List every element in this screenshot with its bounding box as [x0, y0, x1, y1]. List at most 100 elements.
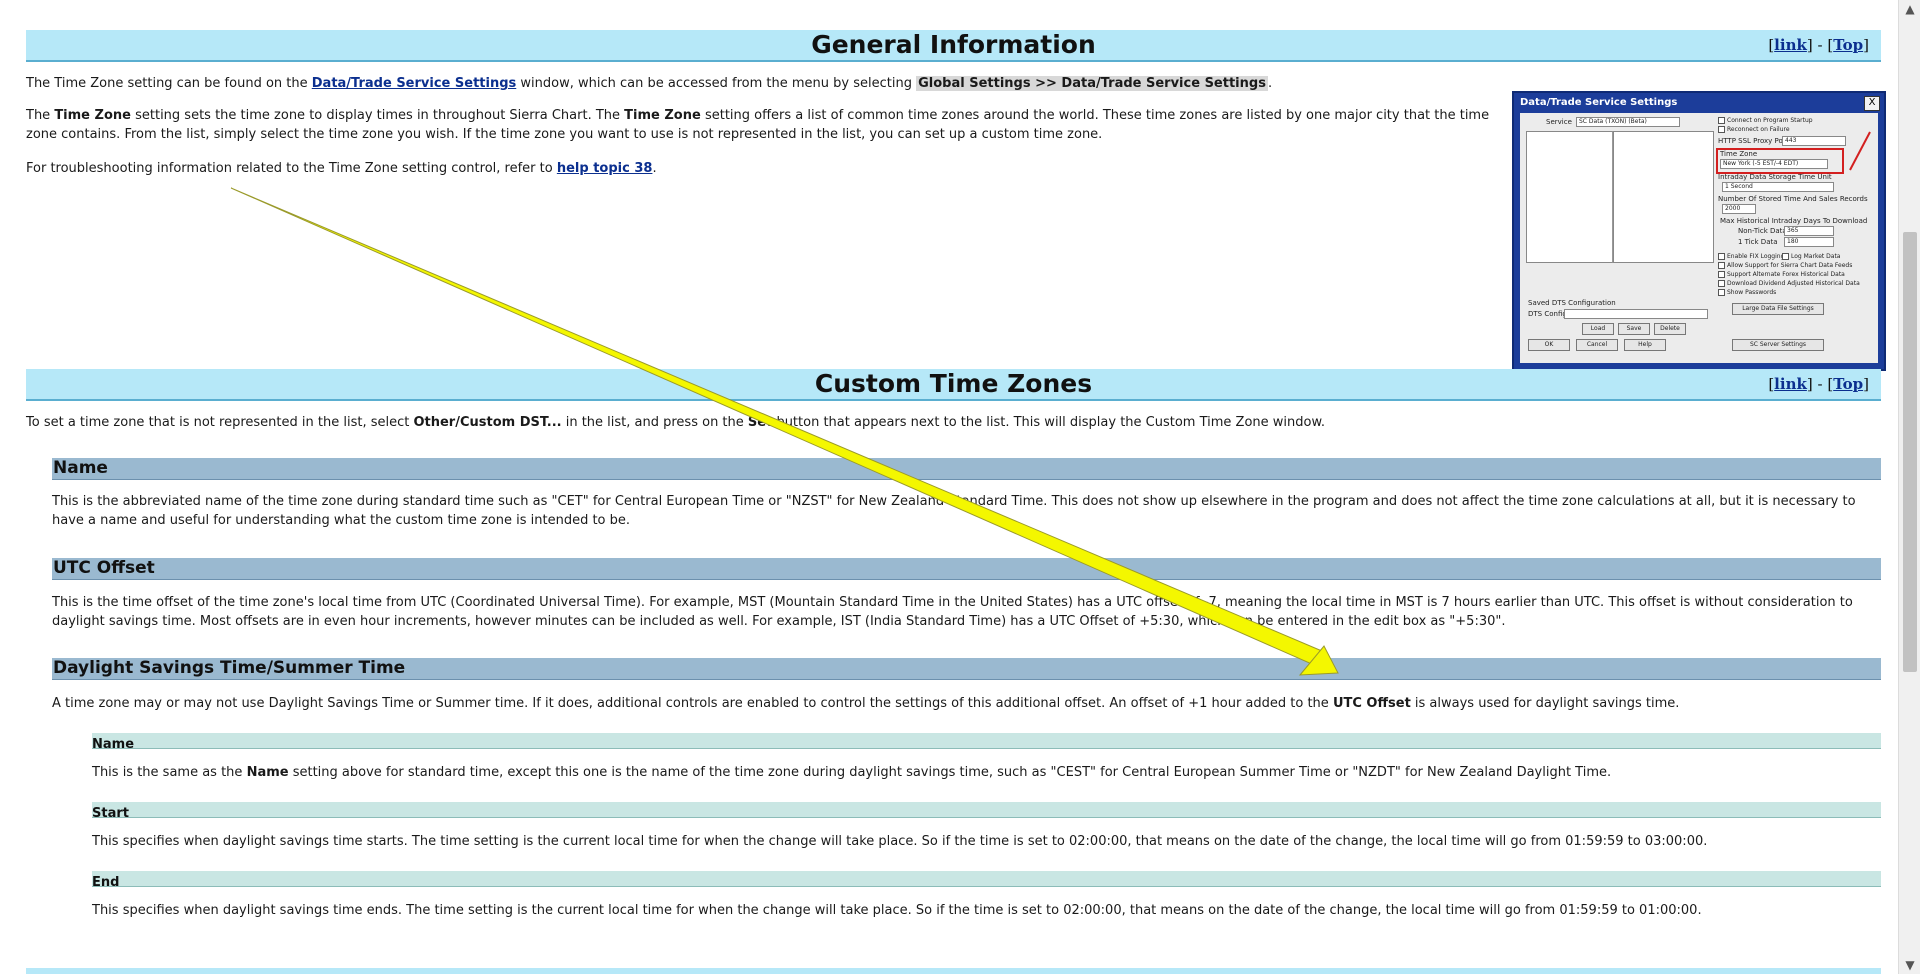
text: is always used for daylight savings time…	[1410, 696, 1680, 711]
section-title: Custom Time Zones	[814, 369, 1093, 398]
subsubsection-title: Start	[92, 806, 129, 821]
text: For troubleshooting information related …	[26, 161, 557, 176]
text: window, which can be accessed from the m…	[516, 76, 917, 91]
dialog-body: Service SC Data (TXON) (Beta) Connect on…	[1520, 113, 1878, 363]
checkbox-label: Allow Support for Sierra Chart Data Feed…	[1727, 262, 1853, 269]
checkbox-label: Enable FIX Logging	[1727, 253, 1785, 260]
text: .	[652, 161, 657, 176]
paragraph-dst-end: This specifies when daylight savings tim…	[92, 903, 1702, 918]
subsubsection-header-dst-start: Start	[92, 802, 1881, 821]
bold-term: Set	[747, 415, 773, 430]
text: The Time Zone setting can be found on th…	[26, 76, 312, 91]
dialog-checkbox: Download Dividend Adjusted Historical Da…	[1718, 280, 1860, 287]
dialog-label: DTS Config	[1528, 310, 1567, 318]
section-header-custom: Custom Time Zones [link] - [Top]	[26, 369, 1881, 401]
service-list	[1526, 131, 1714, 263]
link-anchor[interactable]: link	[1774, 375, 1807, 393]
text: The	[26, 108, 55, 123]
paragraph-troubleshooting: For troubleshooting information related …	[26, 159, 1466, 178]
load-button: Load	[1582, 323, 1614, 335]
ok-button: OK	[1528, 339, 1570, 351]
dialog-checkbox: Show Passwords	[1718, 289, 1776, 296]
data-trade-settings-link[interactable]: Data/Trade Service Settings	[312, 76, 517, 91]
dialog-checkbox: Reconnect on Failure	[1718, 126, 1790, 133]
server-settings-button: SC Server Settings	[1732, 339, 1824, 351]
stored-input: 2000	[1722, 204, 1756, 214]
subsubsection-header-dst-end: End	[92, 871, 1881, 890]
tick-input: 180	[1784, 237, 1834, 247]
dialog-screenshot: Data/Trade Service Settings X Service SC…	[1512, 91, 1886, 371]
help-topic-link[interactable]: help topic 38	[557, 161, 653, 176]
subsubsection-header-dst-name: Name	[92, 733, 1881, 752]
separator: -	[1817, 36, 1823, 54]
bold-term: Time Zone	[624, 108, 701, 123]
subsubsection-title: Name	[92, 737, 135, 752]
save-button: Save	[1618, 323, 1650, 335]
dialog-title: Data/Trade Service Settings	[1520, 97, 1678, 108]
dialog-label: Time Zone	[1720, 150, 1758, 158]
section-header-general: General Information [link] - [Top]	[26, 30, 1881, 62]
dialog-label: Saved DTS Configuration	[1528, 299, 1616, 307]
help-page: General Information [link] - [Top] The T…	[0, 0, 1898, 974]
time-zone-select: New York (-5 EST/-4 EDT)	[1720, 159, 1828, 169]
section-title: General Information	[811, 30, 1096, 59]
dialog-checkbox: Log Market Data	[1782, 253, 1840, 260]
dialog-label: Non-Tick Data	[1738, 227, 1787, 235]
section-links: [link] - [Top]	[1768, 375, 1869, 393]
bold-term: Name	[246, 765, 289, 780]
dialog-checkbox: Connect on Program Startup	[1718, 117, 1813, 124]
menu-path-highlight: Global Settings >> Data/Trade Service Se…	[916, 76, 1268, 91]
checkbox-label: Show Passwords	[1727, 289, 1777, 296]
text: button that appears next to the list. Th…	[772, 415, 1326, 430]
subsection-title: Daylight Savings Time/Summer Time	[53, 658, 406, 678]
subsection-header-dst: Daylight Savings Time/Summer Time	[52, 658, 1881, 680]
dialog-label: Intraday Data Storage Time Unit	[1718, 173, 1832, 181]
section-links: [link] - [Top]	[1768, 36, 1869, 54]
vertical-scrollbar[interactable]: ▲ ▼	[1898, 0, 1920, 974]
subsection-header-utc-offset: UTC Offset	[52, 558, 1881, 580]
dialog-checkbox: Allow Support for Sierra Chart Data Feed…	[1718, 262, 1852, 269]
dialog-label: Service	[1546, 118, 1572, 126]
paragraph-location: The Time Zone setting can be found on th…	[26, 74, 1466, 93]
help-button: Help	[1624, 339, 1666, 351]
text: in the list, and press on the	[561, 415, 748, 430]
dialog-checkbox: Enable FIX Logging	[1718, 253, 1784, 260]
section-header-next	[26, 968, 1881, 974]
text: This is the same as the	[92, 765, 247, 780]
text: setting sets the time zone to display ti…	[130, 108, 625, 123]
large-data-button: Large Data File Settings	[1732, 303, 1824, 315]
paragraph-custom-intro: To set a time zone that is not represent…	[26, 413, 1866, 432]
text: .	[1267, 76, 1273, 91]
dialog-checkbox: Support Alternate Forex Historical Data	[1718, 271, 1845, 278]
delete-button: Delete	[1654, 323, 1686, 335]
subsection-title: UTC Offset	[53, 558, 155, 578]
subsubsection-title: End	[92, 875, 120, 890]
list-divider	[1612, 131, 1614, 263]
scroll-down-icon[interactable]: ▼	[1899, 956, 1920, 974]
text: setting above for standard time, except …	[288, 765, 1612, 780]
proxy-input: 443	[1782, 136, 1846, 146]
checkbox-label: Connect on Program Startup	[1727, 117, 1813, 124]
dialog-label: 1 Tick Data	[1738, 238, 1778, 246]
dialog-label: Number Of Stored Time And Sales Records	[1718, 195, 1868, 203]
paragraph-time-zone: The Time Zone setting sets the time zone…	[26, 106, 1506, 144]
dialog-label: HTTP SSL Proxy Port	[1718, 137, 1789, 145]
top-anchor[interactable]: Top	[1833, 36, 1863, 54]
nontick-input: 365	[1784, 226, 1834, 236]
cancel-button: Cancel	[1576, 339, 1618, 351]
bold-term: Time Zone	[54, 108, 131, 123]
close-icon: X	[1864, 96, 1880, 111]
intraday-select: 1 Second	[1722, 182, 1834, 192]
bold-term: UTC Offset	[1332, 696, 1411, 711]
text: To set a time zone that is not represent…	[26, 415, 414, 430]
scrollbar-thumb[interactable]	[1903, 232, 1917, 672]
separator: -	[1817, 375, 1823, 393]
checkbox-label: Download Dividend Adjusted Historical Da…	[1727, 280, 1860, 287]
subsection-title: Name	[53, 458, 108, 478]
paragraph-name: This is the abbreviated name of the time…	[52, 494, 1856, 528]
paragraph-dst-name: This is the same as the Name setting abo…	[92, 763, 1872, 782]
scroll-up-icon[interactable]: ▲	[1899, 0, 1920, 18]
link-anchor[interactable]: link	[1774, 36, 1807, 54]
dts-config-select	[1564, 309, 1708, 319]
top-anchor[interactable]: Top	[1833, 375, 1863, 393]
